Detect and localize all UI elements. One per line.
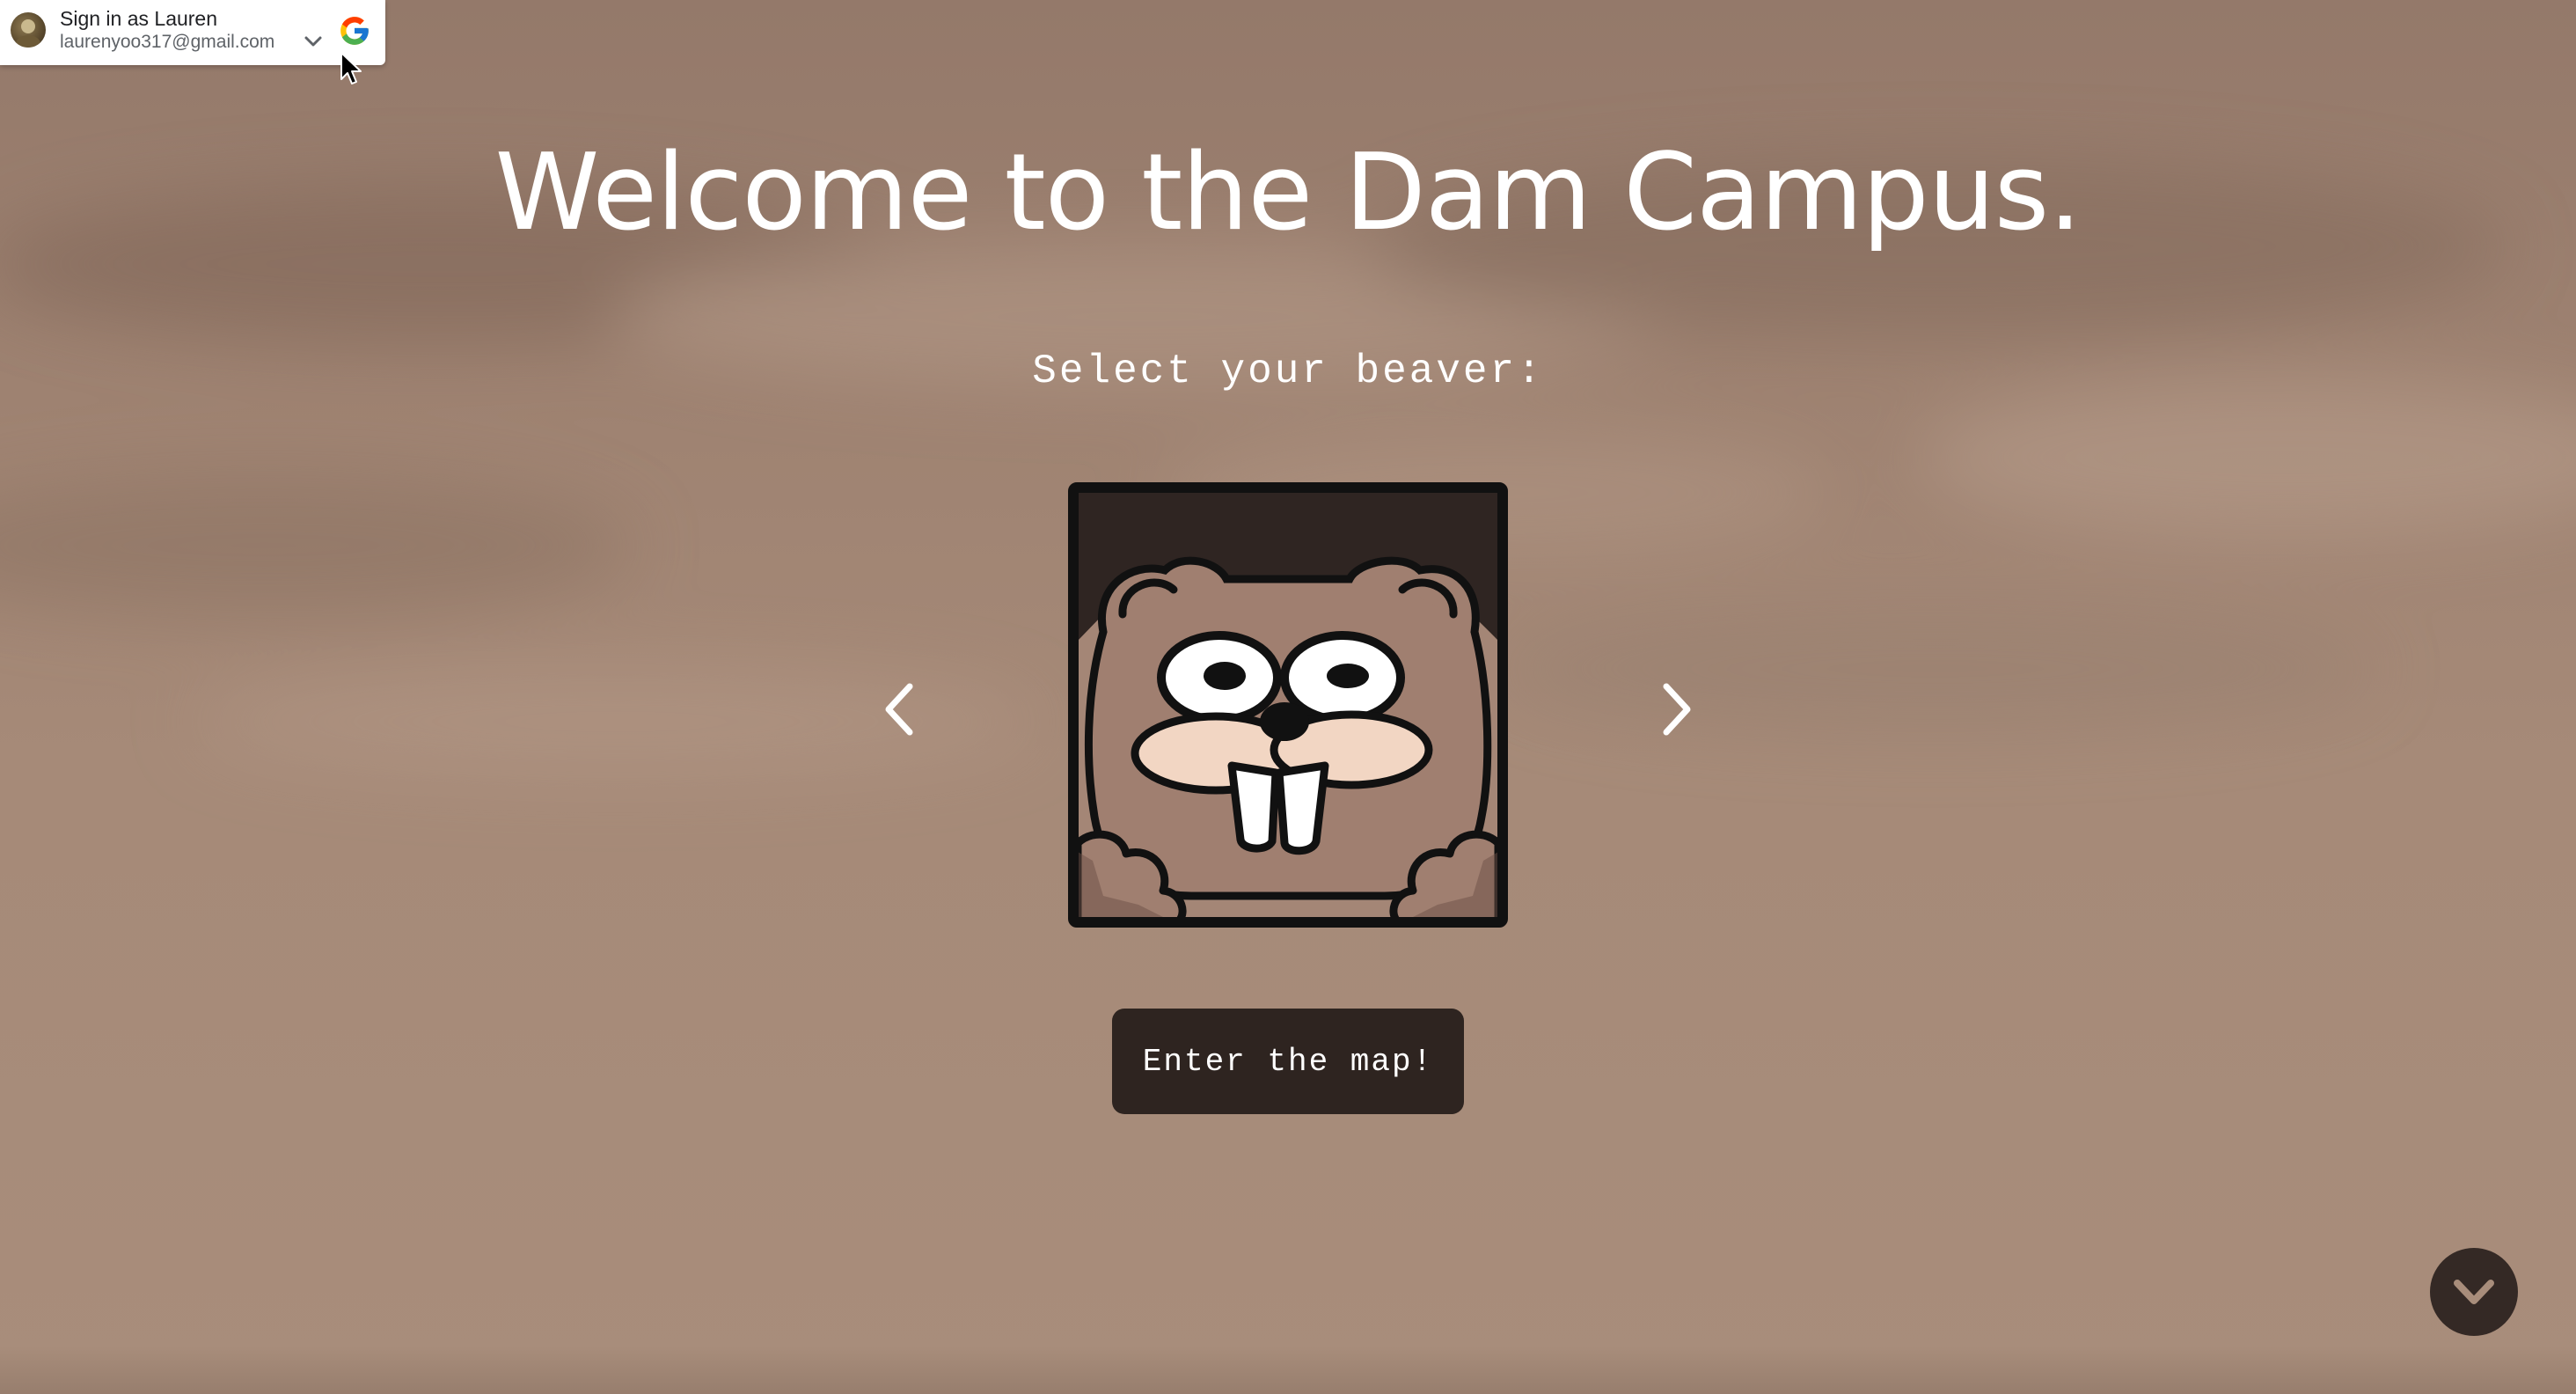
scroll-down-button[interactable]: [2430, 1248, 2518, 1336]
enter-map-button[interactable]: Enter the map!: [1112, 1009, 1464, 1114]
chevron-right-icon[interactable]: [1649, 674, 1701, 745]
signin-title: Sign in as Lauren: [60, 7, 218, 30]
chevron-left-icon[interactable]: [875, 674, 927, 745]
chevron-down-icon[interactable]: [301, 32, 326, 51]
google-signin-prompt[interactable]: Sign in as Lauren laurenyoo317@gmail.com: [0, 0, 385, 65]
signin-email: laurenyoo317@gmail.com: [60, 32, 275, 52]
bottom-shadow: [0, 1346, 2576, 1394]
chevron-down-icon: [2454, 1280, 2494, 1304]
page-title: Welcome to the Dam Campus.: [494, 132, 2082, 254]
select-beaver-label: Select your beaver:: [1032, 348, 1544, 394]
mouse-cursor-icon: [340, 52, 362, 84]
beaver-avatar[interactable]: [1068, 482, 1508, 928]
user-avatar: [11, 12, 46, 48]
google-logo-icon: [340, 17, 369, 45]
